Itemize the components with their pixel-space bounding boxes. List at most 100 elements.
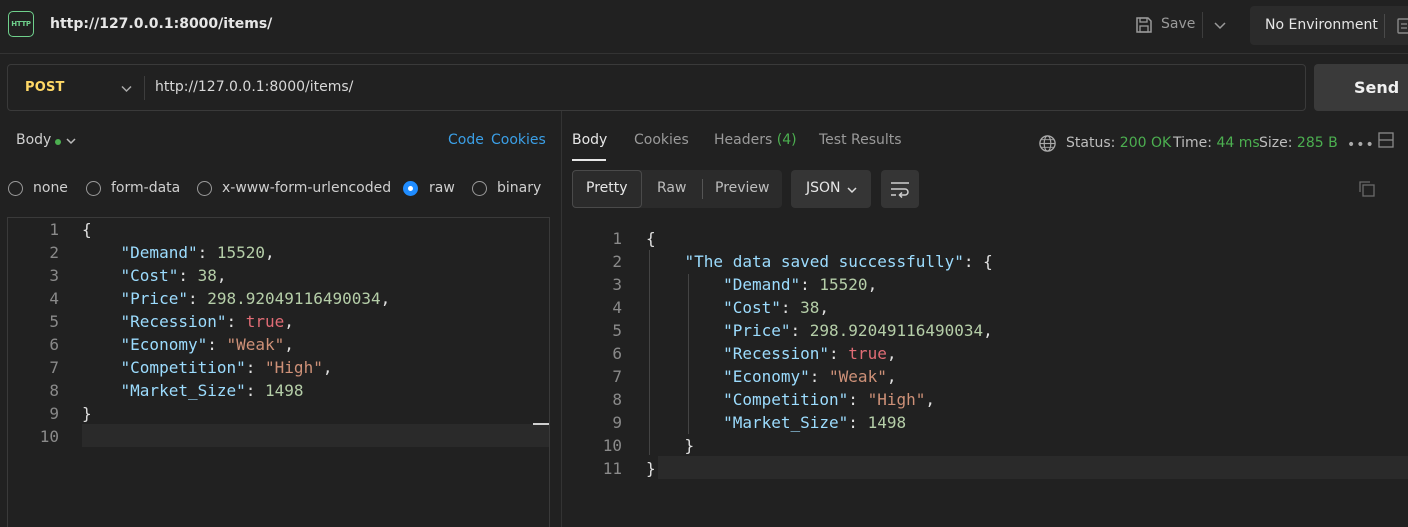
- radio-label-binary: binary: [497, 180, 542, 196]
- code-line: }: [646, 459, 656, 478]
- wrap-lines-icon: [891, 182, 909, 198]
- line-number: 2: [612, 252, 622, 271]
- url-input[interactable]: http://127.0.0.1:8000/items/: [155, 79, 353, 95]
- line-number: 11: [602, 459, 622, 478]
- top-header: HTTP http://127.0.0.1:8000/items/ Save N…: [0, 0, 1408, 54]
- line-number: 2: [49, 243, 59, 262]
- line-number: 3: [49, 266, 59, 285]
- tab-response-body[interactable]: Body: [572, 132, 607, 148]
- radio-label-none: none: [33, 180, 68, 196]
- format-label: JSON: [806, 180, 841, 196]
- copy-icon[interactable]: [1358, 180, 1376, 198]
- line-number: 8: [49, 381, 59, 400]
- divider: [702, 179, 703, 199]
- line-number: 8: [612, 390, 622, 409]
- tab-response-cookies[interactable]: Cookies: [634, 132, 689, 148]
- divider: [144, 76, 145, 100]
- response-status: Status: 200 OK: [1066, 135, 1171, 151]
- line-number: 4: [612, 298, 622, 317]
- view-mode-preview[interactable]: Preview: [715, 180, 770, 196]
- code-line: "Market_Size": 1498: [723, 413, 907, 432]
- code-line: "Competition": "High",: [723, 390, 935, 409]
- status-label: Status:: [1066, 135, 1116, 151]
- line-number: 3: [612, 275, 622, 294]
- more-options-icon[interactable]: •••: [1347, 137, 1375, 153]
- line-number: 4: [49, 289, 59, 308]
- code-line: "Competition": "High",: [120, 358, 333, 377]
- current-line-highlight: [82, 424, 549, 447]
- globe-icon[interactable]: [1038, 134, 1057, 153]
- save-icon[interactable]: [1134, 15, 1154, 35]
- line-number: 1: [612, 229, 622, 248]
- radio-none[interactable]: [8, 181, 23, 196]
- line-number: 7: [49, 358, 59, 377]
- environment-quicklook-icon[interactable]: [1397, 18, 1408, 34]
- send-button-label: Send: [1354, 78, 1400, 97]
- cookies-link[interactable]: Cookies: [491, 132, 546, 148]
- code-line: "The data saved successfully": {: [684, 252, 993, 271]
- code-line: "Price": 298.92049116490034,: [723, 321, 993, 340]
- code-line: "Recession": true,: [723, 344, 897, 363]
- chevron-down-icon[interactable]: [65, 135, 77, 147]
- line-number: 10: [39, 427, 59, 446]
- request-url-bar: POST http://127.0.0.1:8000/items/: [7, 64, 1306, 111]
- radio-raw[interactable]: [403, 181, 418, 196]
- headers-count-badge: (4): [776, 132, 797, 148]
- code-line: "Cost": 38,: [120, 266, 227, 285]
- view-mode-pretty-label[interactable]: Pretty: [586, 180, 628, 196]
- line-number: 6: [612, 344, 622, 363]
- environment-label: No Environment: [1265, 17, 1378, 33]
- http-request-icon: HTTP: [8, 11, 34, 37]
- request-body-tab[interactable]: Body: [16, 132, 51, 148]
- code-line: }: [684, 436, 695, 455]
- wrap-lines-button[interactable]: [881, 170, 919, 208]
- chevron-down-icon[interactable]: [120, 82, 133, 95]
- line-number: 1: [49, 220, 59, 239]
- time-label: Time:: [1173, 135, 1212, 151]
- line-number: 5: [49, 312, 59, 331]
- pane-divider[interactable]: [561, 111, 562, 527]
- radio-label-raw: raw: [429, 180, 455, 196]
- code-line: "Recession": true,: [120, 312, 294, 331]
- radio-label-form-data: form-data: [111, 180, 181, 196]
- format-dropdown[interactable]: JSON: [791, 170, 871, 208]
- tab-response-headers[interactable]: Headers (4): [714, 132, 797, 148]
- divider: [1202, 12, 1203, 38]
- response-time: Time: 44 ms: [1173, 135, 1260, 151]
- size-value: 285 B: [1296, 135, 1338, 151]
- radio-binary[interactable]: [472, 181, 487, 196]
- active-tab-underline: [572, 159, 606, 161]
- code-line: "Demand": 15520,: [723, 275, 878, 294]
- tab-headers-label: Headers: [714, 132, 773, 148]
- layout-toggle-icon[interactable]: [1378, 132, 1394, 148]
- tab-test-results[interactable]: Test Results: [819, 132, 902, 148]
- time-value: 44 ms: [1216, 135, 1260, 151]
- size-label: Size:: [1259, 135, 1293, 151]
- code-line: {: [646, 229, 656, 248]
- method-selector[interactable]: POST: [25, 80, 65, 95]
- divider: [1384, 14, 1385, 38]
- line-number: 6: [49, 335, 59, 354]
- environment-selector[interactable]: No Environment: [1250, 6, 1408, 45]
- line-number: 7: [612, 367, 622, 386]
- code-link[interactable]: Code: [448, 132, 484, 148]
- code-line: "Price": 298.92049116490034,: [120, 289, 391, 308]
- send-button[interactable]: Send: [1314, 64, 1408, 111]
- radio-x-www-form-urlencoded[interactable]: [197, 181, 212, 196]
- text-cursor: [533, 423, 549, 425]
- radio-form-data[interactable]: [86, 181, 101, 196]
- request-tab-title[interactable]: http://127.0.0.1:8000/items/: [50, 16, 272, 32]
- current-line-highlight: [658, 456, 1408, 479]
- code-line: }: [82, 404, 92, 423]
- chevron-down-icon[interactable]: [1213, 18, 1227, 32]
- code-line: "Demand": 15520,: [120, 243, 275, 262]
- code-line: "Economy": "Weak",: [120, 335, 294, 354]
- save-button[interactable]: Save: [1161, 16, 1195, 32]
- line-number: 9: [49, 404, 59, 423]
- line-number: 9: [612, 413, 622, 432]
- view-mode-raw[interactable]: Raw: [657, 180, 686, 196]
- line-number: 5: [612, 321, 622, 340]
- chevron-down-icon: [847, 187, 857, 194]
- body-modified-indicator: [55, 139, 61, 145]
- code-line: "Economy": "Weak",: [723, 367, 897, 386]
